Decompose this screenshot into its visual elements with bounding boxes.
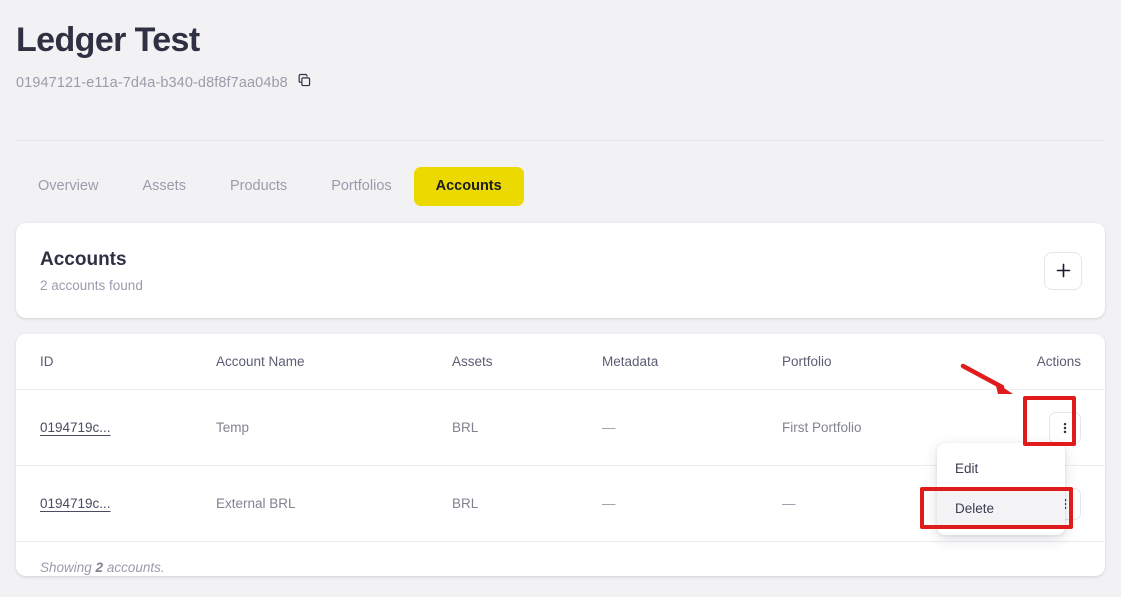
tab-accounts[interactable]: Accounts [413, 167, 524, 206]
account-id-link[interactable]: 0194719c... [40, 420, 111, 435]
column-header-metadata: Metadata [602, 334, 782, 390]
cell-id: 0194719c... [16, 465, 216, 542]
copy-icon[interactable] [297, 73, 312, 93]
menu-item-delete[interactable]: Delete [937, 489, 1065, 529]
cell-metadata: — [602, 465, 782, 542]
summary-text-block: Accounts 2 accounts found [40, 247, 143, 295]
cell-account-name: Temp [216, 389, 452, 466]
column-header-portfolio: Portfolio [782, 334, 1007, 390]
header-divider [16, 140, 1105, 141]
column-header-account-name: Account Name [216, 334, 452, 390]
plus-icon [1055, 262, 1072, 279]
column-header-id: ID [16, 334, 216, 390]
row-actions-dropdown: Edit Delete [937, 443, 1065, 535]
tab-assets[interactable]: Assets [120, 167, 208, 206]
table-head: ID Account Name Assets Metadata Portfoli… [16, 334, 1105, 390]
ledger-uuid: 01947121-e11a-7d4a-b340-d8f8f7aa04b8 [16, 75, 288, 91]
column-header-actions: Actions [1007, 334, 1105, 390]
tab-overview[interactable]: Overview [16, 167, 120, 206]
account-id-link[interactable]: 0194719c... [40, 496, 111, 511]
tab-portfolios[interactable]: Portfolios [309, 167, 413, 206]
footer-prefix: Showing [40, 560, 96, 575]
cell-metadata: — [602, 389, 782, 466]
kebab-menu-icon [1058, 421, 1072, 435]
cell-assets: BRL [452, 465, 602, 542]
footer-suffix: accounts. [103, 560, 165, 575]
page-title: Ledger Test [16, 21, 200, 59]
cell-account-name: External BRL [216, 465, 452, 542]
table-header-row: ID Account Name Assets Metadata Portfoli… [16, 334, 1105, 390]
row-actions-button[interactable] [1049, 412, 1081, 444]
summary-title: Accounts [40, 248, 127, 270]
add-account-button[interactable] [1044, 251, 1082, 290]
table-footer: Showing 2 accounts. [16, 542, 1105, 577]
summary-subtitle: 2 accounts found [40, 277, 143, 293]
page-header: Ledger Test 01947121-e11a-7d4a-b340-d8f8… [0, 0, 1121, 94]
ledger-id-row: 01947121-e11a-7d4a-b340-d8f8f7aa04b8 [16, 72, 1105, 94]
tab-products[interactable]: Products [208, 167, 309, 206]
column-header-assets: Assets [452, 334, 602, 390]
cell-assets: BRL [452, 389, 602, 466]
cell-id: 0194719c... [16, 389, 216, 466]
accounts-summary-card: Accounts 2 accounts found [16, 223, 1105, 318]
tab-bar: Overview Assets Products Portfolios Acco… [16, 167, 524, 206]
footer-count: 2 [95, 560, 104, 575]
menu-item-edit[interactable]: Edit [937, 449, 1065, 489]
